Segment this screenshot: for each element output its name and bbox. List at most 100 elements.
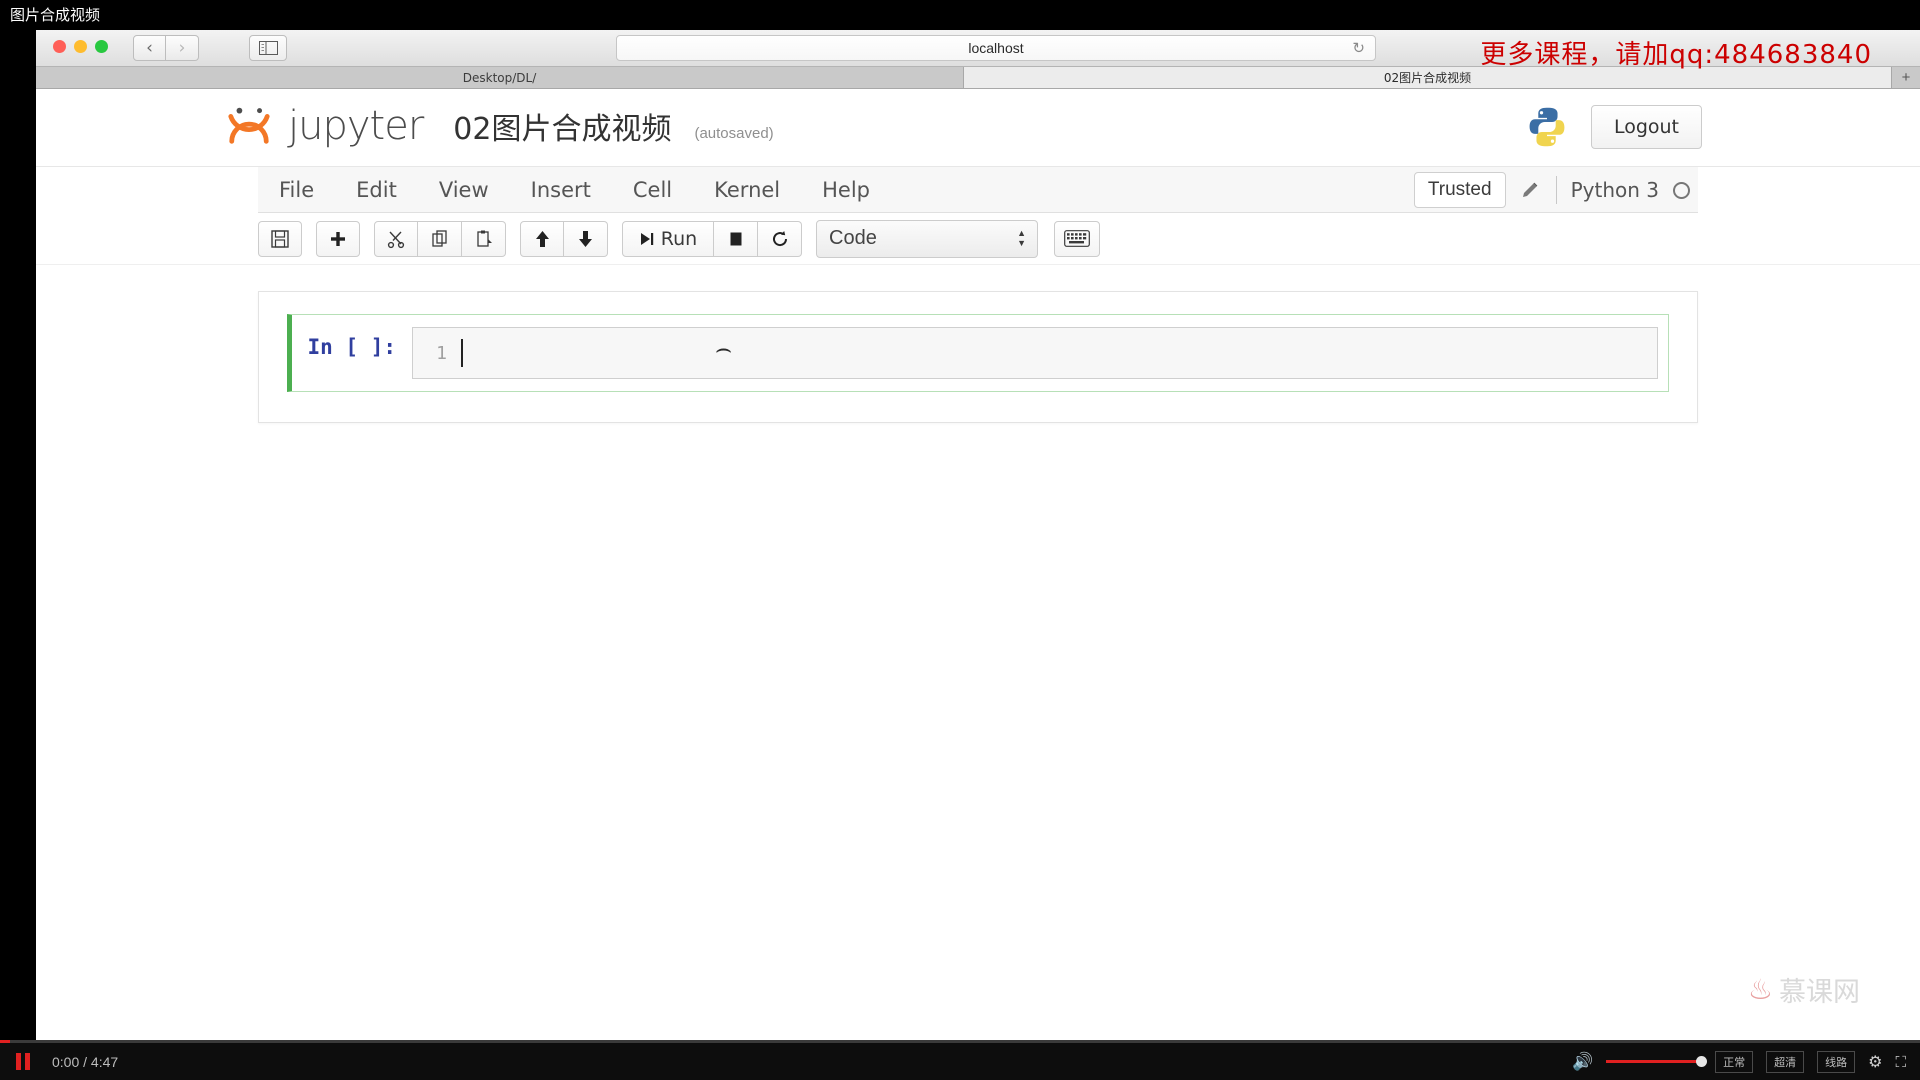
paste-button[interactable]	[462, 220, 506, 257]
logout-button[interactable]: Logout	[1590, 105, 1702, 149]
new-tab-icon[interactable]: +	[1892, 67, 1920, 88]
run-button[interactable]: Run	[622, 220, 714, 257]
mouse-ibeam-cursor: ⌢	[715, 334, 733, 364]
cell-input-area[interactable]: 1 ⌢	[412, 327, 1658, 379]
toolbar-group-shortcuts	[1054, 220, 1100, 257]
menu-insert[interactable]: Insert	[510, 167, 612, 213]
line-number: 1	[436, 342, 447, 364]
menu-kernel[interactable]: Kernel	[693, 167, 801, 213]
watermark-text: 慕课网	[1779, 977, 1860, 1008]
quality-normal-button[interactable]: 正常	[1715, 1050, 1754, 1073]
autosave-status: (autosaved)	[694, 125, 774, 142]
menu-file[interactable]: File	[258, 167, 335, 213]
cell-prompt-label: In [ ]:	[307, 335, 396, 359]
plus-icon	[331, 231, 345, 246]
notebook-cell-container: In [ ]: 1 ⌢	[258, 291, 1698, 423]
volume-knob[interactable]	[1696, 1056, 1708, 1067]
jupyter-toolbar: Run Code ▲ ▼	[36, 213, 1920, 265]
stop-square-icon	[730, 232, 741, 245]
tab-desktop-dl[interactable]: Desktop/DL/	[36, 67, 964, 88]
volume-slider[interactable]	[1606, 1056, 1708, 1067]
time-display: 0:00 / 4:47	[52, 1053, 119, 1070]
pencil-icon[interactable]	[1520, 179, 1542, 201]
paste-icon	[476, 230, 492, 247]
restart-circular-arrow-icon	[772, 230, 787, 246]
toolbar-group-move	[520, 220, 608, 257]
nav-buttons: ‹ ›	[133, 35, 199, 61]
notebook-body: In [ ]: 1 ⌢	[36, 265, 1920, 423]
jupyter-logo-icon	[228, 107, 270, 144]
jupyter-wordmark: jupyter	[288, 103, 424, 149]
forward-icon[interactable]: ›	[166, 35, 199, 61]
move-cell-up-button[interactable]	[520, 220, 564, 257]
chevron-up-glyph: ▲	[1017, 228, 1026, 238]
arrow-up-icon	[535, 230, 549, 247]
cell-type-value: Code	[829, 227, 877, 249]
sidebar-toggle-icon[interactable]	[249, 35, 287, 61]
interrupt-kernel-button[interactable]	[714, 220, 758, 257]
cut-button[interactable]	[374, 220, 418, 257]
command-palette-button[interactable]	[1054, 220, 1100, 257]
insert-cell-below-button[interactable]	[316, 220, 360, 257]
window-traffic-lights	[53, 40, 108, 53]
pause-bar-right	[25, 1053, 30, 1070]
copy-button[interactable]	[418, 220, 462, 257]
video-progress-track[interactable]	[0, 1040, 1920, 1043]
jupyter-header: jupyter 02图片合成视频 (autosaved) Logout	[36, 89, 1920, 167]
code-cell[interactable]: In [ ]: 1 ⌢	[287, 314, 1669, 392]
code-editor[interactable]: ⌢	[457, 328, 1657, 378]
run-icon	[640, 232, 653, 245]
save-button[interactable]	[258, 220, 302, 257]
menu-help[interactable]: Help	[801, 167, 891, 213]
menu-edit[interactable]: Edit	[335, 167, 418, 213]
restart-kernel-button[interactable]	[758, 220, 802, 257]
scissors-icon	[387, 231, 405, 248]
keyboard-icon	[1064, 230, 1090, 247]
fullscreen-icon[interactable]: ⛶	[1895, 1053, 1906, 1071]
menu-view[interactable]: View	[418, 167, 510, 213]
screen-root: 图片合成视频 ‹ › localhost ↻ Desktop/DL/ 02图片合…	[0, 0, 1920, 1080]
address-bar[interactable]: localhost ↻	[616, 35, 1376, 61]
run-label: Run	[660, 227, 698, 250]
copy-icon	[431, 229, 447, 247]
toolbar-group-insert	[316, 220, 360, 257]
jupyter-menubar: File Edit View Insert Cell Kernel Help T…	[258, 167, 1698, 213]
video-player-bar: 0:00 / 4:47 🔊 正常 超清 线路 ⚙ ⛶	[0, 1040, 1920, 1080]
text-caret	[461, 339, 463, 367]
address-text: localhost	[968, 40, 1024, 56]
minimize-icon[interactable]	[74, 40, 87, 53]
save-icon	[271, 229, 289, 248]
maximize-icon[interactable]	[95, 40, 108, 53]
reload-icon[interactable]: ↻	[1352, 39, 1365, 57]
toolbar-group-save	[258, 220, 302, 257]
pause-bar-left	[16, 1053, 21, 1070]
notebook-title[interactable]: 02图片合成视频	[453, 104, 671, 148]
chevron-down-glyph: ▼	[1017, 238, 1026, 248]
jupyter-brand[interactable]: jupyter 02图片合成视频 (autosaved)	[226, 103, 774, 149]
gear-icon[interactable]: ⚙	[1868, 1052, 1882, 1071]
menubar-divider	[1555, 176, 1557, 204]
flame-icon: ♨	[1747, 973, 1773, 1006]
cell-type-select[interactable]: Code ▲ ▼	[816, 219, 1038, 258]
pause-button[interactable]	[0, 1053, 46, 1070]
video-progress-fill	[0, 1040, 10, 1043]
mooc-watermark: ♨ 慕课网	[1748, 970, 1860, 1009]
close-icon[interactable]	[53, 40, 66, 53]
trusted-badge[interactable]: Trusted	[1413, 172, 1506, 208]
route-button[interactable]: 线路	[1817, 1050, 1856, 1073]
menu-cell[interactable]: Cell	[612, 167, 693, 213]
video-title: 图片合成视频	[0, 0, 1920, 30]
kernel-status-icon	[1673, 181, 1690, 199]
quality-hd-button[interactable]: 超清	[1766, 1050, 1805, 1073]
sidebar-glyph	[258, 41, 278, 55]
move-cell-down-button[interactable]	[564, 220, 608, 257]
header-right-controls: Logout	[1525, 105, 1702, 149]
kernel-indicator-label: Python 3	[1570, 178, 1659, 202]
python-logo-icon	[1529, 107, 1565, 147]
promo-overlay-text: 更多课程，请加qq:484683840	[1480, 40, 1872, 70]
chevron-updown-icon: ▲ ▼	[1017, 228, 1026, 248]
left-gutter	[0, 30, 36, 1043]
volume-icon[interactable]: 🔊	[1572, 1052, 1593, 1072]
toolbar-group-clipboard	[374, 220, 506, 257]
back-icon[interactable]: ‹	[133, 35, 166, 61]
